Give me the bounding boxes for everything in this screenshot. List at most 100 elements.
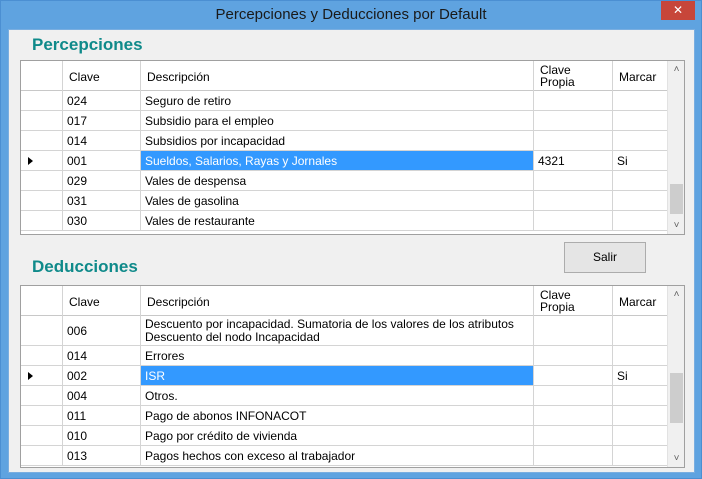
percepciones-title: Percepciones: [32, 35, 143, 54]
window-title: Percepciones y Deducciones por Default: [215, 6, 487, 23]
row-header[interactable]: [21, 446, 63, 466]
cell-marcar[interactable]: [613, 171, 669, 191]
cell-clave-propia[interactable]: [534, 386, 613, 406]
percepciones-grid[interactable]: Clave Descripción Clave Propia Marcar 024 Seg…: [20, 60, 685, 235]
column-header-label: Marcar: [619, 295, 657, 309]
column-header-clave-propia[interactable]: Clave Propia: [534, 286, 613, 316]
row-header[interactable]: [21, 211, 63, 231]
cell-clave[interactable]: 013: [63, 446, 141, 466]
column-header-clave-propia[interactable]: Clave Propia: [534, 61, 613, 91]
scroll-down-arrow-icon[interactable]: ˅: [668, 450, 684, 467]
cell-clave-propia[interactable]: [534, 446, 613, 466]
cell-clave[interactable]: 029: [63, 171, 141, 191]
cell-marcar[interactable]: [613, 406, 669, 426]
row-header[interactable]: [21, 151, 63, 171]
cell-clave[interactable]: 010: [63, 426, 141, 446]
cell-clave[interactable]: 024: [63, 91, 141, 111]
cell-descripcion[interactable]: Pago por crédito de vivienda: [141, 426, 534, 446]
row-header[interactable]: [21, 171, 63, 191]
cell-descripcion[interactable]: Subsidio para el empleo: [141, 111, 534, 131]
cell-clave-propia[interactable]: [534, 171, 613, 191]
column-header-label: Descripción: [147, 295, 210, 309]
column-header-clave[interactable]: Clave: [63, 286, 141, 316]
scrollbar-thumb[interactable]: [670, 184, 683, 214]
row-header[interactable]: [21, 346, 63, 366]
column-header-label: Clave Propia: [540, 63, 575, 89]
row-header[interactable]: [21, 111, 63, 131]
header-corner: [21, 286, 63, 316]
cell-clave-propia[interactable]: [534, 346, 613, 366]
cell-clave-propia[interactable]: [534, 111, 613, 131]
scroll-down-arrow-icon[interactable]: ˅: [668, 217, 684, 234]
cell-clave[interactable]: 017: [63, 111, 141, 131]
dialog-window: Percepciones y Deducciones por Default ✕…: [0, 0, 702, 479]
close-button[interactable]: ✕: [661, 1, 695, 20]
cell-descripcion[interactable]: Vales de despensa: [141, 171, 534, 191]
cell-clave[interactable]: 002: [63, 366, 141, 386]
scroll-up-arrow-icon[interactable]: ˄: [668, 286, 684, 303]
cell-marcar[interactable]: [613, 111, 669, 131]
cell-descripcion[interactable]: Vales de gasolina: [141, 191, 534, 211]
cell-clave-propia[interactable]: [534, 316, 613, 346]
cell-clave-propia[interactable]: [534, 191, 613, 211]
row-header[interactable]: [21, 366, 63, 386]
cell-marcar[interactable]: [613, 426, 669, 446]
row-header[interactable]: [21, 316, 63, 346]
cell-marcar[interactable]: [613, 131, 669, 151]
cell-clave[interactable]: 014: [63, 346, 141, 366]
vertical-scrollbar[interactable]: ˄ ˅: [667, 286, 684, 467]
cell-clave[interactable]: 030: [63, 211, 141, 231]
cell-marcar[interactable]: Si: [613, 151, 669, 171]
row-header[interactable]: [21, 426, 63, 446]
cell-descripcion[interactable]: Seguro de retiro: [141, 91, 534, 111]
cell-clave[interactable]: 014: [63, 131, 141, 151]
cell-descripcion[interactable]: Pagos hechos con exceso al trabajador: [141, 446, 534, 466]
deducciones-grid[interactable]: Clave Descripción Clave Propia Marcar 006 Des…: [20, 285, 685, 468]
cell-descripcion[interactable]: Errores: [141, 346, 534, 366]
cell-clave-propia[interactable]: 4321: [534, 151, 613, 171]
cell-marcar[interactable]: [613, 211, 669, 231]
cell-descripcion[interactable]: Otros.: [141, 386, 534, 406]
cell-marcar[interactable]: [613, 316, 669, 346]
row-header[interactable]: [21, 91, 63, 111]
column-header-marcar[interactable]: Marcar: [613, 61, 669, 91]
column-header-marcar[interactable]: Marcar: [613, 286, 669, 316]
cell-clave-propia[interactable]: [534, 91, 613, 111]
cell-clave-propia[interactable]: [534, 426, 613, 446]
cell-clave[interactable]: 031: [63, 191, 141, 211]
cell-clave-propia[interactable]: [534, 131, 613, 151]
cell-descripcion[interactable]: Descuento por incapacidad. Sumatoria de …: [141, 316, 534, 346]
column-header-label: Descripción: [147, 70, 210, 84]
scrollbar-thumb[interactable]: [670, 373, 683, 423]
cell-marcar[interactable]: [613, 91, 669, 111]
cell-clave[interactable]: 004: [63, 386, 141, 406]
row-header[interactable]: [21, 386, 63, 406]
cell-marcar[interactable]: Si: [613, 366, 669, 386]
vertical-scrollbar[interactable]: ˄ ˅: [667, 61, 684, 234]
cell-descripcion[interactable]: Subsidios por incapacidad: [141, 131, 534, 151]
column-header-descripcion[interactable]: Descripción: [141, 286, 534, 316]
cell-clave[interactable]: 011: [63, 406, 141, 426]
cell-descripcion[interactable]: Sueldos, Salarios, Rayas y Jornales: [141, 151, 534, 171]
cell-clave-propia[interactable]: [534, 406, 613, 426]
column-header-label: Marcar: [619, 70, 657, 84]
cell-marcar[interactable]: [613, 446, 669, 466]
cell-clave[interactable]: 006: [63, 316, 141, 346]
row-header[interactable]: [21, 131, 63, 151]
cell-marcar[interactable]: [613, 191, 669, 211]
row-header[interactable]: [21, 191, 63, 211]
row-header[interactable]: [21, 406, 63, 426]
salir-button[interactable]: Salir: [564, 242, 646, 273]
cell-clave[interactable]: 001: [63, 151, 141, 171]
scroll-up-arrow-icon[interactable]: ˄: [668, 61, 684, 78]
column-header-label: Clave Propia: [540, 288, 575, 314]
column-header-descripcion[interactable]: Descripción: [141, 61, 534, 91]
cell-marcar[interactable]: [613, 346, 669, 366]
cell-marcar[interactable]: [613, 386, 669, 406]
cell-clave-propia[interactable]: [534, 211, 613, 231]
cell-descripcion[interactable]: ISR: [141, 366, 534, 386]
cell-descripcion[interactable]: Pago de abonos INFONACOT: [141, 406, 534, 426]
cell-descripcion[interactable]: Vales de restaurante: [141, 211, 534, 231]
column-header-clave[interactable]: Clave: [63, 61, 141, 91]
cell-clave-propia[interactable]: [534, 366, 613, 386]
